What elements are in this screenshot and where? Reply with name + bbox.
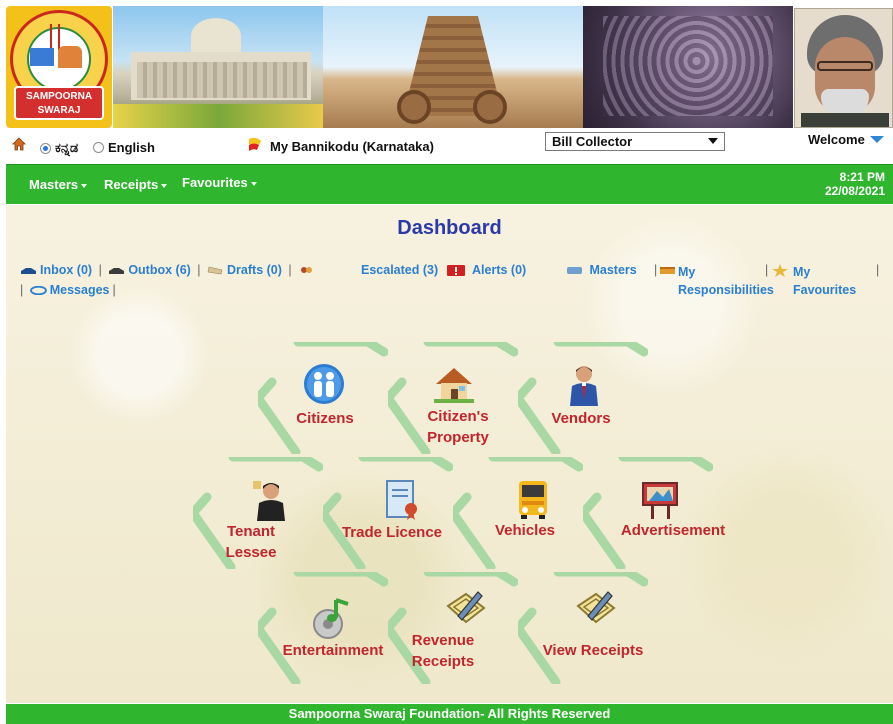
tile-vendors[interactable]: Vendors bbox=[518, 342, 648, 454]
top-toolbar: ಕನ್ನಡ English My Bannikodu (Karnataka) B… bbox=[0, 130, 893, 162]
dropdown-arrow-icon bbox=[869, 136, 884, 143]
role-select[interactable]: Bill Collector bbox=[545, 132, 725, 151]
quick-links-left: Inbox (0) | Outbox (6) | Drafts (0) | bbox=[20, 263, 318, 277]
kannada-radio[interactable] bbox=[40, 142, 51, 154]
music-icon bbox=[313, 598, 349, 639]
alerts-link[interactable]: Alerts (0) bbox=[446, 263, 526, 277]
home-icon[interactable] bbox=[12, 137, 26, 151]
billboard-icon bbox=[642, 482, 678, 519]
house-icon bbox=[434, 368, 474, 403]
bus-icon bbox=[519, 481, 547, 519]
nav-masters[interactable]: Masters bbox=[29, 177, 88, 192]
certificate-icon bbox=[386, 480, 417, 520]
responsibilities-icon bbox=[660, 267, 675, 275]
tenant-icon bbox=[253, 481, 285, 521]
escalate-people-icon bbox=[301, 267, 313, 274]
main-nav: Masters Receipts Favourites 8:21 PM 22/0… bbox=[6, 164, 893, 204]
dropdown-caret-icon bbox=[161, 183, 168, 188]
alert-icon bbox=[447, 265, 465, 277]
tile-advertisement[interactable]: Advertisement bbox=[583, 457, 725, 569]
sep: | bbox=[876, 263, 880, 277]
nav-favourites[interactable]: Favourites bbox=[182, 175, 257, 190]
my-favourites-link[interactable]: My Favourites bbox=[793, 263, 856, 299]
drafts-link[interactable]: Drafts (0) bbox=[207, 263, 285, 277]
star-icon bbox=[772, 264, 788, 278]
computer-icon bbox=[30, 48, 54, 66]
messages-link[interactable]: | Messages | bbox=[20, 283, 119, 297]
vendor-icon bbox=[570, 366, 598, 406]
tile-citizens-property[interactable]: Citizen's Property bbox=[388, 342, 518, 454]
masters-link[interactable]: Masters bbox=[566, 263, 637, 277]
karnataka-flag-icon bbox=[249, 137, 261, 151]
outbox-link[interactable]: Outbox (6) bbox=[108, 263, 194, 277]
inbox-tray-icon bbox=[21, 268, 36, 275]
english-radio[interactable] bbox=[93, 142, 104, 153]
my-responsibilities-icon-wrap bbox=[659, 263, 679, 277]
footer: Sampoorna Swaraj Foundation- All Rights … bbox=[6, 704, 893, 724]
favourites-icon-wrap bbox=[771, 263, 792, 278]
nav-receipts[interactable]: Receipts bbox=[104, 177, 168, 192]
my-responsibilities-link[interactable]: My Responsibilities bbox=[678, 263, 774, 299]
receipt-pen-icon bbox=[576, 591, 616, 624]
header-banner: SAMPOORNA SWARAJ bbox=[6, 6, 893, 128]
dropdown-caret-icon bbox=[81, 183, 88, 188]
user-portrait-photo bbox=[794, 8, 893, 128]
panchayat-name: My Bannikodu (Karnataka) bbox=[270, 139, 434, 154]
welcome-menu[interactable]: Welcome bbox=[808, 132, 884, 147]
dropdown-caret-icon bbox=[250, 181, 257, 186]
vidhana-soudha-photo bbox=[113, 6, 323, 128]
sep: | bbox=[765, 263, 769, 277]
tile-tenant-lessee[interactable]: Tenant Lessee bbox=[193, 457, 323, 569]
tile-vehicles[interactable]: Vehicles bbox=[453, 457, 583, 569]
tower-icon bbox=[50, 24, 60, 50]
messages-icon bbox=[29, 286, 47, 296]
temple-carving-photo bbox=[583, 6, 793, 128]
chevron-down-icon bbox=[708, 138, 718, 144]
banner-photo-strip bbox=[113, 6, 793, 128]
logo-ribbon: SAMPOORNA SWARAJ bbox=[14, 86, 104, 120]
tile-view-receipts[interactable]: View Receipts bbox=[518, 572, 648, 684]
dashboard-panel: Dashboard Inbox (0) | Outbox (6) | Draft… bbox=[6, 205, 893, 703]
citizens-icon bbox=[304, 364, 344, 404]
clock: 8:21 PM 22/08/2021 bbox=[824, 170, 885, 198]
receipt-pen-icon bbox=[446, 591, 486, 624]
page-title: Dashboard bbox=[397, 217, 502, 239]
tile-trade-licence[interactable]: Trade Licence bbox=[323, 457, 453, 569]
stone-chariot-photo bbox=[323, 6, 583, 128]
escalated-link[interactable]: Escalated (3) bbox=[361, 263, 438, 277]
language-option-kannada[interactable]: ಕನ್ನಡ bbox=[40, 140, 78, 156]
inbox-link[interactable]: Inbox (0) bbox=[20, 263, 96, 277]
outbox-tray-icon bbox=[109, 268, 125, 275]
sampoorna-swaraj-logo[interactable]: SAMPOORNA SWARAJ bbox=[6, 6, 112, 128]
family-icon bbox=[58, 46, 82, 68]
tile-citizens[interactable]: Citizens bbox=[258, 342, 388, 454]
language-option-english[interactable]: English bbox=[93, 140, 155, 155]
tile-revenue-receipts[interactable]: Revenue Receipts bbox=[388, 572, 518, 684]
masters-icon bbox=[567, 267, 582, 275]
drafts-icon bbox=[207, 266, 223, 275]
